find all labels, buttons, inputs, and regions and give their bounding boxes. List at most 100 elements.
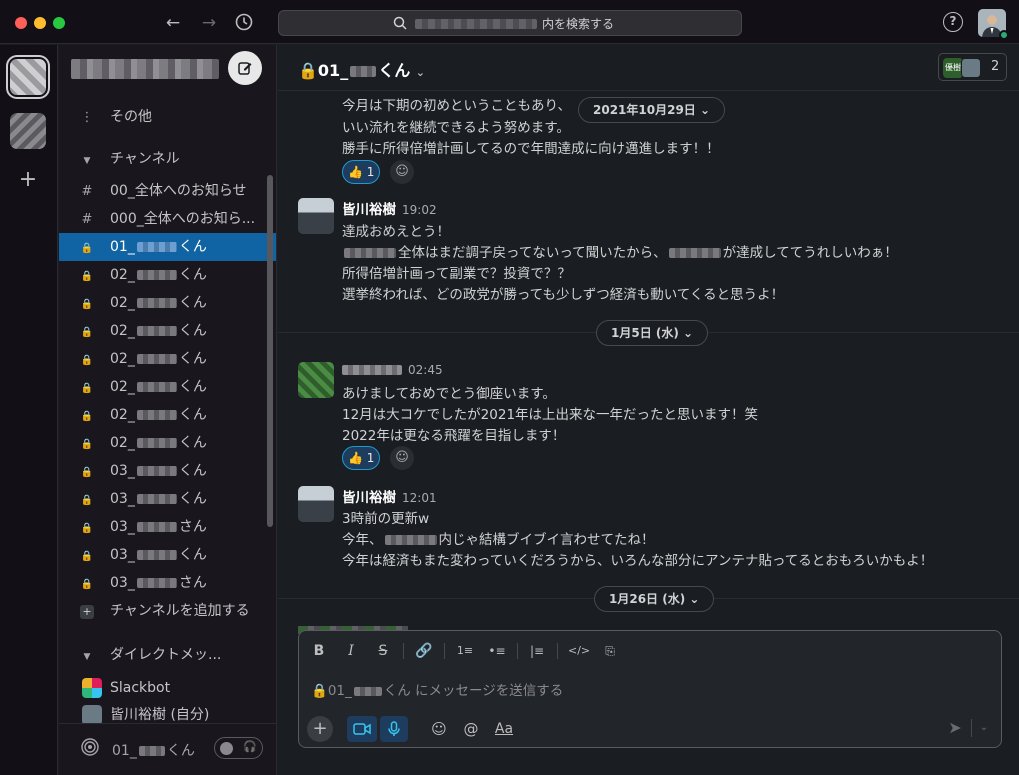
huddle-toggle[interactable]: 🎧 <box>214 737 263 759</box>
close-window-button[interactable] <box>15 17 27 29</box>
sidebar-channel-item[interactable]: 🔒 01_ くん <box>59 233 276 261</box>
channel-name-suffix: さん <box>178 575 207 591</box>
workspace-icon-other[interactable] <box>10 113 46 149</box>
maximize-window-button[interactable] <box>53 17 65 29</box>
sidebar-channel-item[interactable]: 🔒 02_ くん <box>59 289 276 317</box>
dm-section-header[interactable]: ▼ ダイレクトメッ... <box>59 641 276 669</box>
message-author[interactable]: 皆川裕樹 12:01 <box>342 486 437 506</box>
bulleted-list-icon[interactable]: •≡ <box>487 641 507 661</box>
dm-item-slackbot[interactable]: Slackbot <box>59 674 276 702</box>
title-bar: ← → 内を検索する ? <box>0 0 1019 44</box>
add-workspace-icon[interactable]: + <box>17 169 39 191</box>
help-icon[interactable]: ? <box>943 12 963 32</box>
message-text: 全体はまだ調子戻ってないって聞いたから、 が達成しててうれしいわぁ！ <box>342 241 898 261</box>
sidebar-channel-item[interactable]: 🔒 02_ くん <box>59 401 276 429</box>
channels-section-header[interactable]: ▼ チャンネル <box>59 145 276 173</box>
message-author[interactable]: 02:45 <box>342 362 443 378</box>
blockquote-icon[interactable]: |≡ <box>527 641 547 661</box>
sidebar-channel-item[interactable]: 🔒 02_ くん <box>59 429 276 457</box>
sidebar-channel-item[interactable]: 🔒 03_ さん <box>59 513 276 541</box>
message-text: 2022年は更なる飛躍を目指します！ <box>342 428 566 444</box>
members-button[interactable]: 優樹 2 <box>938 53 1007 81</box>
channel-name-prefix: 02_ <box>110 267 135 283</box>
back-arrow-icon[interactable]: ← <box>162 12 184 34</box>
ordered-list-icon[interactable]: 1≡ <box>455 641 475 661</box>
author-avatar[interactable] <box>298 198 334 234</box>
message-input[interactable]: 🔒01_ くん にメッセージを送信する <box>311 679 563 699</box>
send-icon[interactable]: ➤ <box>943 716 967 740</box>
date-divider-pill[interactable]: 2021年10月29日 ⌄ <box>578 97 726 123</box>
sidebar-channel-item[interactable]: 🔒 02_ くん <box>59 345 276 373</box>
search-input[interactable]: 内を検索する <box>278 10 742 36</box>
italic-icon[interactable]: I <box>341 641 361 661</box>
redacted-name <box>136 522 177 532</box>
message-time[interactable]: 12:01 <box>402 491 437 505</box>
lock-icon: 🔒 <box>80 327 94 338</box>
add-channel-button[interactable]: + チャンネルを追加する <box>59 597 276 626</box>
caret-down-icon: ▼ <box>83 156 91 166</box>
redacted-name <box>136 438 177 448</box>
author-avatar[interactable] <box>298 486 334 522</box>
lock-icon: 🔒 <box>80 439 94 450</box>
redacted-name <box>136 326 177 336</box>
author-avatar[interactable] <box>298 362 334 398</box>
message-time[interactable]: 02:45 <box>408 363 443 377</box>
history-clock-icon[interactable] <box>233 12 255 34</box>
add-reaction-icon[interactable]: ☺ <box>390 160 414 184</box>
formatting-toggle-icon[interactable]: Aa <box>491 716 517 742</box>
reaction-thumbs-up[interactable]: 👍 1 <box>342 160 380 184</box>
lock-icon: 🔒 <box>80 355 94 366</box>
hash-icon: # <box>81 184 93 199</box>
toolbar-divider <box>403 643 404 659</box>
sidebar-channel-item[interactable]: 🔒 03_ さん <box>59 569 276 597</box>
message-text: 3時前の更新w <box>342 511 430 527</box>
channel-name-prefix: 03_ <box>110 547 135 563</box>
headphones-icon: 🎧 <box>243 740 257 753</box>
workspace-icon-current[interactable] <box>10 59 46 95</box>
message-composer[interactable]: B I S 🔗 1≡ •≡ |≡ </> ⎘ 🔒01_ くん にメッセージを送信す… <box>298 630 1002 748</box>
code-block-icon[interactable]: ⎘ <box>600 641 620 661</box>
redacted-name <box>136 494 177 504</box>
sidebar-scrollbar[interactable] <box>267 175 273 527</box>
reaction-thumbs-up[interactable]: 👍 1 <box>342 446 380 470</box>
code-icon[interactable]: </> <box>568 641 590 661</box>
toolbar-divider <box>517 643 518 659</box>
bold-icon[interactable]: B <box>309 641 329 661</box>
sidebar-channel-item[interactable]: 🔒 03_ くん <box>59 541 276 569</box>
sidebar-more[interactable]: ⋮ その他 <box>59 103 276 131</box>
sidebar-channel-item[interactable]: 🔒 02_ くん <box>59 261 276 289</box>
lock-icon: 🔒 <box>80 411 94 422</box>
add-reaction-icon[interactable]: ☺ <box>390 446 414 470</box>
minimize-window-button[interactable] <box>34 17 46 29</box>
slackbot-avatar <box>82 678 102 698</box>
strikethrough-icon[interactable]: S <box>373 641 393 661</box>
sidebar-channel-item[interactable]: #000_全体へのお知ら... <box>59 205 276 233</box>
sidebar-channel-item[interactable]: 🔒 02_ くん <box>59 373 276 401</box>
message-author[interactable]: 皆川裕樹 19:02 <box>342 198 437 218</box>
redacted-name <box>136 354 177 364</box>
sidebar-channel-item[interactable]: 🔒 02_ くん <box>59 317 276 345</box>
compose-button[interactable] <box>228 51 262 85</box>
send-options-chevron-icon[interactable]: ⌄ <box>975 717 993 739</box>
attach-plus-icon[interactable]: + <box>307 716 333 742</box>
date-divider-pill[interactable]: 1月26日 (水) ⌄ <box>594 586 715 612</box>
message-time[interactable]: 19:02 <box>402 203 437 217</box>
mention-icon[interactable]: @ <box>458 716 484 742</box>
microphone-icon[interactable] <box>380 716 408 742</box>
forward-arrow-icon[interactable]: → <box>198 12 220 34</box>
emoji-icon[interactable]: ☺ <box>426 716 452 742</box>
message-text: 今月は下期の初めということもあり、 <box>342 98 571 114</box>
channel-title[interactable]: 🔒01_ くん ⌄ <box>298 57 425 81</box>
redacted-name <box>350 66 377 77</box>
sidebar-channel-item[interactable]: 🔒 03_ くん <box>59 457 276 485</box>
plus-square-icon: + <box>78 598 96 626</box>
sidebar-channel-item[interactable]: #00_全体へのお知らせ <box>59 177 276 205</box>
message-text: いい流れを継続できるよう努めます。 <box>342 120 570 136</box>
workspace-name-redacted[interactable] <box>71 59 219 79</box>
link-icon[interactable]: 🔗 <box>414 641 434 661</box>
date-divider-pill[interactable]: 1月5日 (水) ⌄ <box>596 320 709 346</box>
video-camera-icon[interactable] <box>347 716 377 742</box>
redacted-name <box>136 550 177 560</box>
huddle-broadcast-icon <box>81 738 99 760</box>
sidebar-channel-item[interactable]: 🔒 03_ くん <box>59 485 276 513</box>
